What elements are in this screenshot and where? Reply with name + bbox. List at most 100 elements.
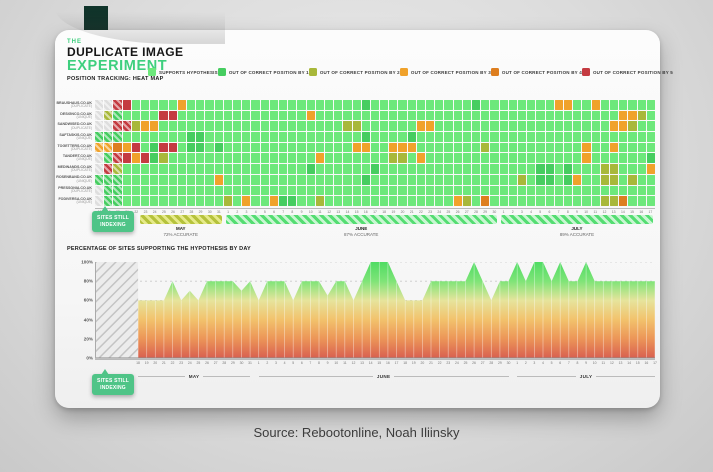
site-variant: (DUPLICATE) [71,148,92,152]
heatmap-cell [638,153,646,163]
heatmap-cell [601,186,609,196]
chart-day-axis: 1819202122232425262728293031123456789101… [95,359,655,365]
day-tick-label: 7 [282,210,284,214]
heatmap-cell [481,111,489,121]
day-tick-label: 24 [153,210,157,214]
heatmap-cell [334,111,342,121]
heatmap-cell [325,121,333,131]
heatmap-cell [316,196,324,206]
heatmap-cell [380,186,388,196]
day-tick-label: 15 [636,361,640,365]
heatmap-cell [463,153,471,163]
heatmap-cell [233,132,241,142]
day-tick-label: 13 [619,361,623,365]
heatmap-cell [187,121,195,131]
heatmap-cell [536,164,544,174]
heatmap-cell [270,132,278,142]
heatmap-cell [242,100,250,110]
heatmap-cell [150,132,158,142]
heatmap-cell [132,100,140,110]
day-tick-label: 14 [621,210,625,214]
site-label: SAFTASKIS.CO.UK(UNIQUE) [57,132,95,143]
heatmap-cell [573,196,581,206]
heatmap-cell [297,121,305,131]
heatmap-cell [408,196,416,206]
heatmap-cell [527,121,535,131]
pre-indexing-hatch-region [95,262,138,358]
heatmap-row [95,121,655,131]
heatmap-cell [95,186,103,196]
heatmap-cell [389,196,397,206]
day-tick-label: 6 [301,361,303,365]
day-tick-label: 27 [214,361,218,365]
heatmap-cell [141,164,149,174]
site-label: TANDERT.CO.UK(UNIQUE) [57,153,95,164]
heatmap-cell [398,196,406,206]
day-tick-label: 17 [395,361,399,365]
heatmap-cell [141,121,149,131]
heatmap-cell [628,132,636,142]
heatmap-cell [472,175,480,185]
site-variant: (DUPLICATE) [71,105,92,109]
heatmap-cell [444,121,452,131]
heatmap-cell [123,132,131,142]
heatmap-cell [343,132,351,142]
heatmap-cell [150,100,158,110]
heatmap-cell [169,143,177,153]
heatmap-cell [490,186,498,196]
day-tick-label: 2 [236,210,238,214]
heatmap-cell [270,153,278,163]
day-tick-label: 2 [512,210,514,214]
heatmap-cell [610,186,618,196]
heatmap-row [95,100,655,110]
y-axis-tick-label: 100% [81,260,93,265]
heatmap-cell [215,175,223,185]
heatmap-cell [270,100,278,110]
heatmap-cell [509,186,517,196]
legend-label: OUT OF CORRECT POSITION BY 2 [320,70,400,75]
heatmap-cell [279,175,287,185]
heatmap-cell [196,153,204,163]
heatmap-cell [619,196,627,206]
heatmap-legend: SUPPORTS HYPOTHESISOUT OF CORRECT POSITI… [148,68,653,76]
heatmap-cell [113,164,121,174]
heatmap-cell [242,132,250,142]
heatmap-cell [647,111,655,121]
heatmap-cell [610,153,618,163]
heatmap-cell [463,186,471,196]
heatmap-cell [444,164,452,174]
heatmap-cell [509,175,517,185]
day-tick-label: 12 [352,361,356,365]
heatmap-cell [141,153,149,163]
heatmap-cell [215,164,223,174]
heatmap-cell [196,196,204,206]
heatmap-cell [251,121,259,131]
heatmap-cell [334,100,342,110]
legend-item: OUT OF CORRECT POSITION BY 3 [400,68,491,76]
heatmap-cell [389,175,397,185]
heatmap-cell [95,143,103,153]
day-tick-label: 24 [455,361,459,365]
heatmap-cell [398,143,406,153]
heatmap-cell [169,132,177,142]
heatmap-cell [573,175,581,185]
month-name: MAY [189,374,200,379]
heatmap-cell [454,100,462,110]
heatmap-cell [417,164,425,174]
heatmap-cell [592,111,600,121]
heatmap-cell [518,153,526,163]
heatmap-cell [546,111,554,121]
heatmap-cell [536,111,544,121]
day-tick-label: 21 [162,361,166,365]
heatmap-cell [362,132,370,142]
day-tick-label: 19 [412,361,416,365]
heatmap-cell [233,153,241,163]
accuracy-label: JUNE87% ACCURATE [344,226,378,238]
heatmap-cell [536,175,544,185]
heatmap-cell [398,121,406,131]
heatmap-cell [490,143,498,153]
heatmap-cell [307,132,315,142]
heatmap-cell [362,100,370,110]
heatmap-cell [288,121,296,131]
heatmap-cell [215,100,223,110]
